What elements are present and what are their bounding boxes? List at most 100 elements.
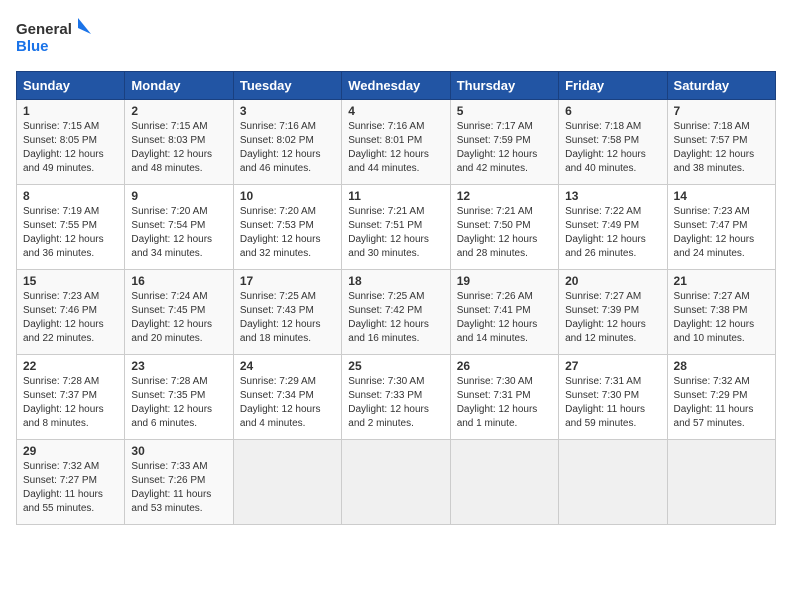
calendar-day-cell: 22 Sunrise: 7:28 AMSunset: 7:37 PMDayligh… (17, 355, 125, 440)
day-number: 4 (348, 104, 443, 118)
weekday-header-saturday: Saturday (667, 72, 775, 100)
weekday-header-friday: Friday (559, 72, 667, 100)
day-info: Sunrise: 7:15 AMSunset: 8:05 PMDaylight:… (23, 120, 118, 176)
day-info: Sunrise: 7:15 AMSunset: 8:03 PMDaylight:… (131, 120, 226, 176)
calendar-day-cell: 23 Sunrise: 7:28 AMSunset: 7:35 PMDayligh… (125, 355, 233, 440)
calendar-day-cell: 24Sunrise: 7:29 AMSunset: 7:34 PMDayligh… (233, 355, 341, 440)
day-info: Sunrise: 7:25 AMSunset: 7:43 PMDaylight:… (240, 290, 335, 346)
day-info: Sunrise: 7:22 AMSunset: 7:49 PMDaylight:… (565, 205, 660, 261)
day-number: 13 (565, 189, 660, 203)
calendar-day-cell: 17Sunrise: 7:25 AMSunset: 7:43 PMDayligh… (233, 270, 341, 355)
day-info: Sunrise: 7:18 AMSunset: 7:58 PMDaylight:… (565, 120, 660, 176)
calendar-day-cell: 27 Sunrise: 7:31 AMSunset: 7:30 PMDayligh… (559, 355, 667, 440)
day-info: Sunrise: 7:32 AMSunset: 7:27 PMDaylight:… (23, 460, 118, 516)
day-number: 12 (457, 189, 552, 203)
calendar-day-cell: 25 Sunrise: 7:30 AMSunset: 7:33 PMDayligh… (342, 355, 450, 440)
calendar-day-cell: 30 Sunrise: 7:33 AMSunset: 7:26 PMDayligh… (125, 440, 233, 525)
day-number: 29 (23, 444, 118, 458)
calendar-day-cell: 20Sunrise: 7:27 AMSunset: 7:39 PMDayligh… (559, 270, 667, 355)
calendar-day-cell: 9 Sunrise: 7:20 AMSunset: 7:54 PMDaylight… (125, 185, 233, 270)
day-info: Sunrise: 7:27 AMSunset: 7:38 PMDaylight:… (674, 290, 769, 346)
day-number: 14 (674, 189, 769, 203)
calendar-day-cell (559, 440, 667, 525)
day-info: Sunrise: 7:20 AMSunset: 7:53 PMDaylight:… (240, 205, 335, 261)
day-info: Sunrise: 7:27 AMSunset: 7:39 PMDaylight:… (565, 290, 660, 346)
day-number: 19 (457, 274, 552, 288)
calendar-week-row: 29 Sunrise: 7:32 AMSunset: 7:27 PMDayligh… (17, 440, 776, 525)
calendar-day-cell (450, 440, 558, 525)
day-number: 16 (131, 274, 226, 288)
day-number: 28 (674, 359, 769, 373)
calendar-day-cell: 13 Sunrise: 7:22 AMSunset: 7:49 PMDayligh… (559, 185, 667, 270)
day-number: 15 (23, 274, 118, 288)
day-info: Sunrise: 7:17 AMSunset: 7:59 PMDaylight:… (457, 120, 552, 176)
logo-svg: GeneralBlue (16, 16, 96, 61)
calendar-day-cell: 4 Sunrise: 7:16 AMSunset: 8:01 PMDaylight… (342, 100, 450, 185)
calendar-day-cell: 12 Sunrise: 7:21 AMSunset: 7:50 PMDayligh… (450, 185, 558, 270)
day-number: 30 (131, 444, 226, 458)
weekday-header-thursday: Thursday (450, 72, 558, 100)
day-number: 18 (348, 274, 443, 288)
logo: GeneralBlue (16, 16, 96, 61)
day-number: 1 (23, 104, 118, 118)
calendar-day-cell: 3 Sunrise: 7:16 AMSunset: 8:02 PMDaylight… (233, 100, 341, 185)
day-info: Sunrise: 7:33 AMSunset: 7:26 PMDaylight:… (131, 460, 226, 516)
day-info: Sunrise: 7:24 AMSunset: 7:45 PMDaylight:… (131, 290, 226, 346)
calendar-day-cell: 15 Sunrise: 7:23 AMSunset: 7:46 PMDayligh… (17, 270, 125, 355)
calendar-week-row: 22 Sunrise: 7:28 AMSunset: 7:37 PMDayligh… (17, 355, 776, 440)
calendar-day-cell: 16 Sunrise: 7:24 AMSunset: 7:45 PMDayligh… (125, 270, 233, 355)
calendar-day-cell: 7Sunrise: 7:18 AMSunset: 7:57 PMDaylight… (667, 100, 775, 185)
day-number: 24 (240, 359, 335, 373)
day-number: 3 (240, 104, 335, 118)
calendar-day-cell: 10Sunrise: 7:20 AMSunset: 7:53 PMDayligh… (233, 185, 341, 270)
calendar-day-cell: 6 Sunrise: 7:18 AMSunset: 7:58 PMDaylight… (559, 100, 667, 185)
day-number: 22 (23, 359, 118, 373)
weekday-header-row: SundayMondayTuesdayWednesdayThursdayFrid… (17, 72, 776, 100)
day-info: Sunrise: 7:23 AMSunset: 7:46 PMDaylight:… (23, 290, 118, 346)
day-info: Sunrise: 7:21 AMSunset: 7:50 PMDaylight:… (457, 205, 552, 261)
calendar-day-cell (667, 440, 775, 525)
day-number: 23 (131, 359, 226, 373)
day-number: 21 (674, 274, 769, 288)
day-number: 27 (565, 359, 660, 373)
calendar-day-cell: 14Sunrise: 7:23 AMSunset: 7:47 PMDayligh… (667, 185, 775, 270)
day-info: Sunrise: 7:20 AMSunset: 7:54 PMDaylight:… (131, 205, 226, 261)
day-info: Sunrise: 7:32 AMSunset: 7:29 PMDaylight:… (674, 375, 769, 431)
svg-text:General: General (16, 21, 72, 38)
day-info: Sunrise: 7:28 AMSunset: 7:37 PMDaylight:… (23, 375, 118, 431)
calendar-day-cell: 2Sunrise: 7:15 AMSunset: 8:03 PMDaylight… (125, 100, 233, 185)
day-info: Sunrise: 7:16 AMSunset: 8:02 PMDaylight:… (240, 120, 335, 176)
day-number: 11 (348, 189, 443, 203)
day-info: Sunrise: 7:31 AMSunset: 7:30 PMDaylight:… (565, 375, 660, 431)
calendar-week-row: 15 Sunrise: 7:23 AMSunset: 7:46 PMDayligh… (17, 270, 776, 355)
weekday-header-wednesday: Wednesday (342, 72, 450, 100)
day-number: 26 (457, 359, 552, 373)
calendar-day-cell: 5 Sunrise: 7:17 AMSunset: 7:59 PMDaylight… (450, 100, 558, 185)
svg-text:Blue: Blue (16, 38, 49, 55)
calendar-week-row: 1 Sunrise: 7:15 AMSunset: 8:05 PMDaylight… (17, 100, 776, 185)
weekday-header-monday: Monday (125, 72, 233, 100)
day-info: Sunrise: 7:25 AMSunset: 7:42 PMDaylight:… (348, 290, 443, 346)
day-info: Sunrise: 7:28 AMSunset: 7:35 PMDaylight:… (131, 375, 226, 431)
calendar-day-cell: 19 Sunrise: 7:26 AMSunset: 7:41 PMDayligh… (450, 270, 558, 355)
day-info: Sunrise: 7:16 AMSunset: 8:01 PMDaylight:… (348, 120, 443, 176)
page-header: GeneralBlue (16, 16, 776, 61)
calendar-table: SundayMondayTuesdayWednesdayThursdayFrid… (16, 71, 776, 525)
day-info: Sunrise: 7:30 AMSunset: 7:33 PMDaylight:… (348, 375, 443, 431)
calendar-day-cell: 18 Sunrise: 7:25 AMSunset: 7:42 PMDayligh… (342, 270, 450, 355)
calendar-day-cell (233, 440, 341, 525)
weekday-header-tuesday: Tuesday (233, 72, 341, 100)
calendar-day-cell: 29 Sunrise: 7:32 AMSunset: 7:27 PMDayligh… (17, 440, 125, 525)
day-number: 7 (674, 104, 769, 118)
calendar-day-cell: 21 Sunrise: 7:27 AMSunset: 7:38 PMDayligh… (667, 270, 775, 355)
day-info: Sunrise: 7:26 AMSunset: 7:41 PMDaylight:… (457, 290, 552, 346)
weekday-header-sunday: Sunday (17, 72, 125, 100)
day-info: Sunrise: 7:19 AMSunset: 7:55 PMDaylight:… (23, 205, 118, 261)
day-number: 9 (131, 189, 226, 203)
day-number: 5 (457, 104, 552, 118)
day-info: Sunrise: 7:30 AMSunset: 7:31 PMDaylight:… (457, 375, 552, 431)
day-number: 6 (565, 104, 660, 118)
calendar-day-cell: 28 Sunrise: 7:32 AMSunset: 7:29 PMDayligh… (667, 355, 775, 440)
calendar-day-cell: 26 Sunrise: 7:30 AMSunset: 7:31 PMDayligh… (450, 355, 558, 440)
day-number: 25 (348, 359, 443, 373)
